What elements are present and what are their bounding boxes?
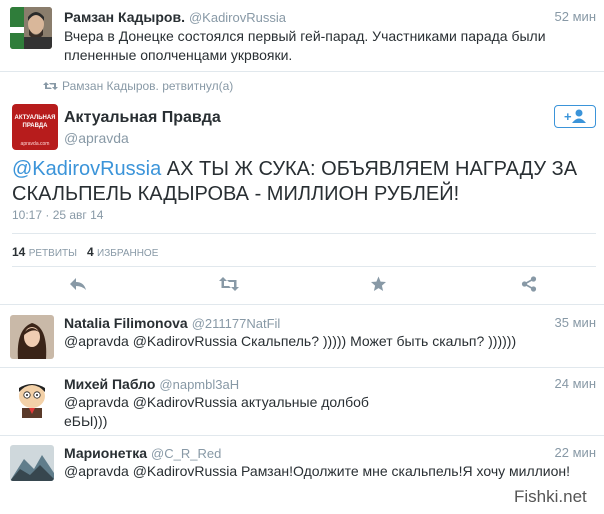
divider — [0, 435, 604, 436]
divider — [0, 367, 604, 368]
author-name[interactable]: Михей Пабло — [64, 376, 155, 392]
author-handle[interactable]: @apravda — [64, 130, 129, 146]
tweet-time[interactable]: 52 мин — [555, 9, 596, 24]
avatar[interactable] — [10, 315, 54, 359]
svg-text:+: + — [564, 109, 572, 124]
author-handle[interactable]: @KadirovRussia — [189, 10, 286, 25]
divider — [0, 71, 604, 72]
divider — [12, 233, 596, 234]
author-handle[interactable]: @211177NatFil — [192, 316, 281, 331]
favorite-star-icon[interactable] — [370, 276, 387, 292]
avatar-logo-text: АКТУАЛЬНАЯ ПРАВДА — [14, 115, 56, 129]
tweet-text: Вчера в Донецке состоялся первый гей-пар… — [64, 28, 546, 63]
tweet-text: @apravda @KadirovRussia актуальные долбо… — [64, 394, 369, 429]
mention-link[interactable]: @KadirovRussia — [12, 158, 161, 180]
avatar[interactable] — [10, 376, 54, 420]
retweet-icon[interactable] — [218, 276, 240, 292]
tweet-date[interactable]: 10:17 · 25 авг 14 — [12, 208, 103, 222]
author-name[interactable]: Марионетка — [64, 445, 147, 461]
retweet-icon — [43, 82, 58, 90]
reply-icon[interactable] — [69, 276, 87, 292]
author-name[interactable]: Актуальная Правда — [64, 109, 221, 127]
favorites-stat[interactable]: 4 ИЗБРАННОЕ — [87, 245, 158, 259]
author-name[interactable]: Рамзан Кадыров. — [64, 9, 185, 25]
author-name[interactable]: Natalia Filimonova — [64, 315, 188, 331]
divider — [0, 304, 604, 305]
avatar[interactable] — [10, 445, 54, 481]
retweet-notice[interactable]: Рамзан Кадыров. ретвитнул(а) — [62, 79, 233, 93]
author-handle[interactable]: @napmbl3aH — [159, 377, 239, 392]
tweet-text: @apravda @KadirovRussia Скальпель? )))))… — [64, 333, 517, 349]
tweet-stats: 14 РЕТВИТЫ 4 ИЗБРАННОЕ — [12, 245, 158, 259]
author-handle[interactable]: @C_R_Red — [151, 446, 221, 461]
follow-button[interactable]: + — [554, 105, 596, 128]
tweet-actions — [0, 276, 604, 298]
add-user-icon: + — [564, 109, 586, 124]
avatar[interactable]: АКТУАЛЬНАЯ ПРАВДА apravda.com — [12, 104, 58, 150]
retweets-stat[interactable]: 14 РЕТВИТЫ — [12, 245, 77, 259]
divider — [12, 266, 596, 267]
watermark: Fishki.net — [514, 487, 587, 506]
avatar-site: apravda.com — [20, 141, 50, 147]
share-icon[interactable] — [521, 276, 537, 292]
tweet-time[interactable]: 22 мин — [555, 445, 596, 460]
main-tweet-text: @KadirovRussia АХ ТЫ Ж СУКА: ОБЪЯВЛЯЕМ Н… — [12, 157, 594, 207]
tweet-time[interactable]: 24 мин — [555, 376, 596, 391]
tweet-time[interactable]: 35 мин — [555, 315, 596, 330]
avatar[interactable] — [10, 7, 52, 49]
